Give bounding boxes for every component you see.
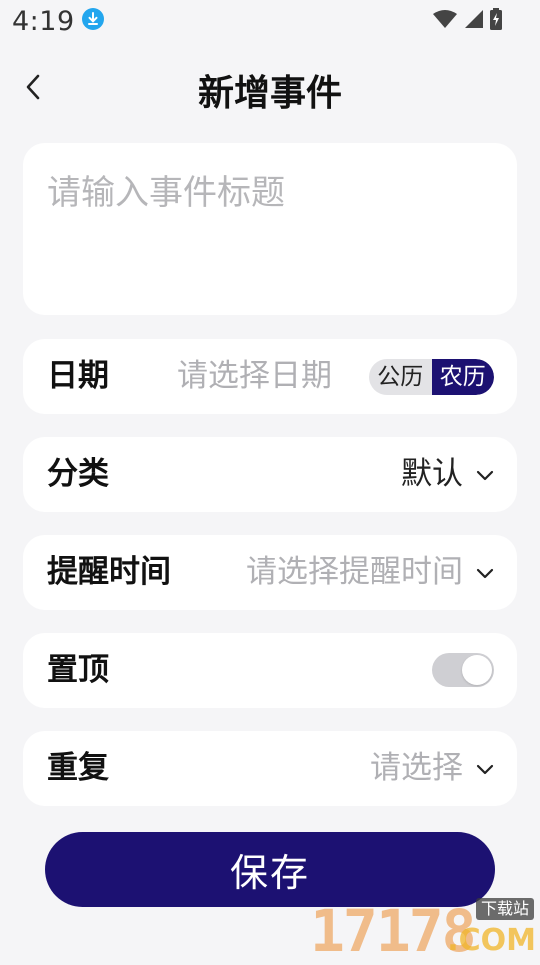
wifi-icon: [433, 10, 457, 28]
repeat-row[interactable]: 重复 请选择: [23, 731, 517, 806]
reminder-label: 提醒时间: [47, 554, 171, 590]
calendar-option-solar[interactable]: 公历: [369, 359, 432, 395]
switch-knob: [462, 655, 492, 685]
watermark-tag: 下载站: [475, 898, 534, 920]
date-row[interactable]: 日期 请选择日期 公历 农历: [23, 339, 517, 414]
pin-label: 置顶: [47, 652, 109, 688]
pin-row: 置顶: [23, 633, 517, 708]
chevron-down-icon: [476, 568, 494, 579]
reminder-row[interactable]: 提醒时间 请选择提醒时间: [23, 535, 517, 610]
status-bar: 4:19: [0, 0, 540, 44]
category-label: 分类: [47, 456, 109, 492]
signal-icon: [465, 10, 483, 28]
status-time: 4:19: [12, 6, 75, 37]
event-title-input[interactable]: [47, 173, 487, 213]
date-label: 日期: [47, 358, 109, 394]
calendar-type-toggle[interactable]: 公历 农历: [369, 359, 494, 395]
chevron-down-icon: [476, 764, 494, 775]
repeat-value[interactable]: 请选择: [370, 731, 463, 806]
battery-charging-icon: [490, 8, 502, 30]
save-button[interactable]: 保存: [45, 832, 495, 907]
watermark-domain: .COM: [447, 923, 536, 958]
page-title: 新增事件: [197, 73, 342, 114]
repeat-label: 重复: [47, 750, 109, 786]
chevron-down-icon: [476, 470, 494, 481]
calendar-option-lunar[interactable]: 农历: [431, 359, 494, 395]
category-value[interactable]: 默认: [401, 437, 463, 512]
date-value[interactable]: 请选择日期: [177, 339, 332, 414]
download-badge-icon: [82, 8, 104, 30]
title-card: [23, 143, 517, 315]
pin-toggle-switch[interactable]: [432, 653, 494, 687]
status-icons: [432, 8, 502, 30]
header: 新增事件: [0, 56, 540, 120]
category-row[interactable]: 分类 默认: [23, 437, 517, 512]
watermark: 17178 .COM 下载站: [310, 898, 536, 960]
reminder-value[interactable]: 请选择提醒时间: [246, 535, 463, 610]
